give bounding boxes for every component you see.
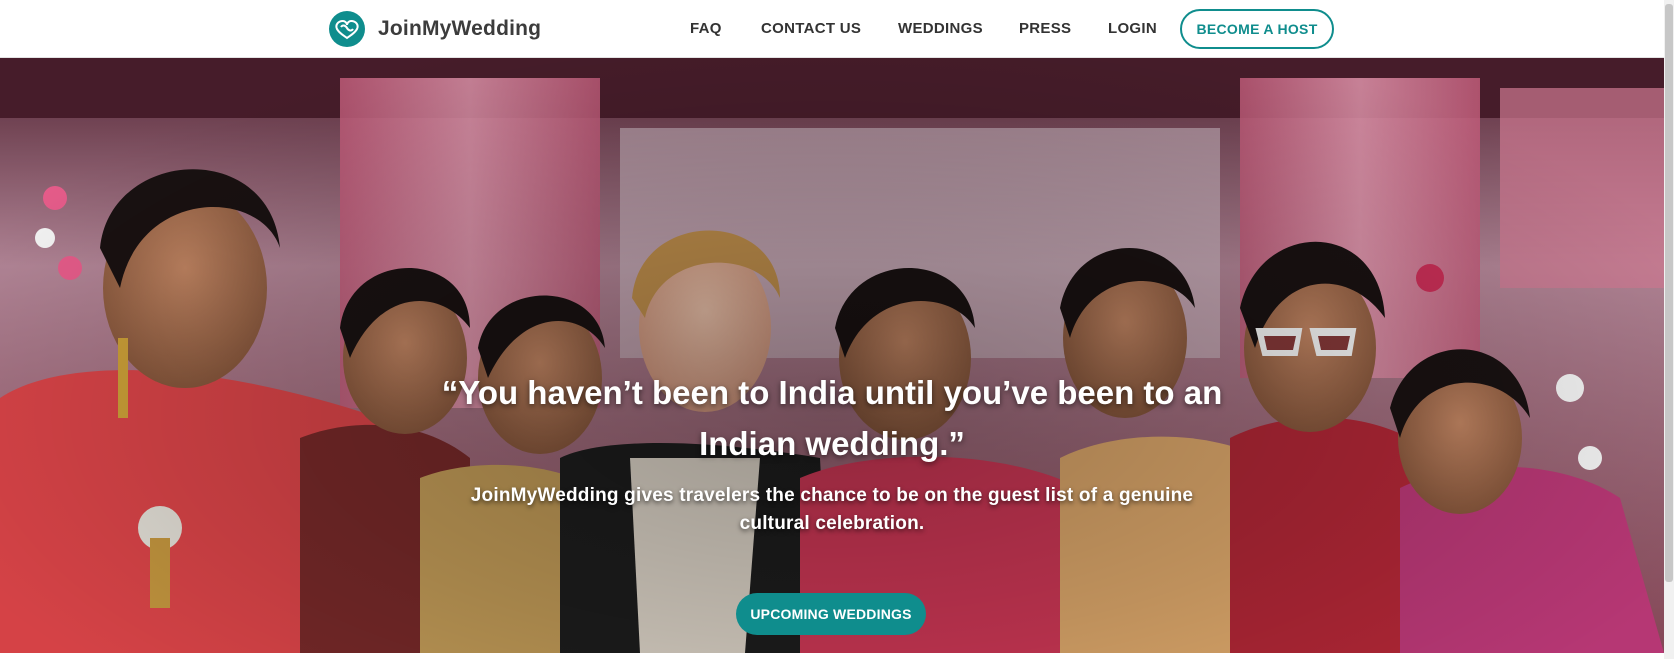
page-scrollbar[interactable] bbox=[1664, 0, 1674, 659]
nav-faq[interactable]: FAQ bbox=[690, 20, 722, 37]
interlocking-hearts-icon bbox=[329, 11, 365, 47]
nav-weddings[interactable]: WEDDINGS bbox=[898, 20, 983, 37]
hero-section: “You haven’t been to India until you’ve … bbox=[0, 58, 1664, 653]
brand-name: JoinMyWedding bbox=[378, 17, 542, 40]
nav-press[interactable]: PRESS bbox=[1019, 20, 1071, 37]
page-bottom-edge bbox=[0, 653, 1664, 659]
hero-quote: “You haven’t been to India until you’ve … bbox=[441, 374, 1223, 462]
hero-subtitle: JoinMyWedding gives travelers the chance… bbox=[470, 485, 1194, 534]
scrollbar-thumb[interactable] bbox=[1665, 4, 1673, 582]
become-a-host-button[interactable]: BECOME A HOST bbox=[1180, 9, 1334, 49]
hero-overlay bbox=[0, 58, 1664, 653]
site-header: JoinMyWedding FAQ CONTACT US WEDDINGS PR… bbox=[0, 0, 1664, 58]
upcoming-weddings-button[interactable]: UPCOMING WEDDINGS bbox=[736, 593, 926, 635]
nav-contact-us[interactable]: CONTACT US bbox=[761, 20, 861, 37]
nav-login[interactable]: LOGIN bbox=[1108, 20, 1157, 37]
brand-home-link[interactable]: JoinMyWedding bbox=[329, 11, 541, 47]
